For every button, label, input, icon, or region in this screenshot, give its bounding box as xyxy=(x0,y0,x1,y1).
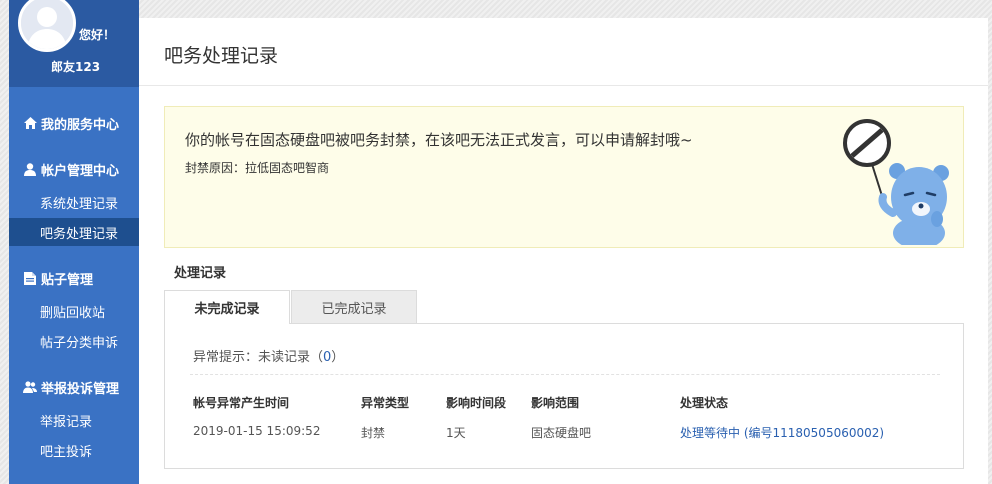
panel-divider xyxy=(190,374,940,375)
users-icon xyxy=(23,380,37,394)
header-time: 帐号异常产生时间 xyxy=(193,396,290,410)
header-duration: 影响时间段 xyxy=(446,396,507,410)
avatar[interactable] xyxy=(18,0,76,52)
greeting-text: 您好！ xyxy=(79,28,116,42)
sidebar: 您好！ 郎友123 我的服务中心 帐户管理中心 系统处理记录 吧务处理记录 贴子… xyxy=(9,0,139,484)
page-title: 吧务处理记录 xyxy=(164,45,279,67)
nav-post-mgmt[interactable]: 贴子管理 xyxy=(9,263,139,293)
unread-alert-suffix: ） xyxy=(331,350,345,365)
tab-completed-records[interactable]: 已完成记录 xyxy=(291,290,417,324)
document-icon xyxy=(23,271,37,285)
header-type: 异常类型 xyxy=(361,396,410,410)
sidebar-item-category-appeal[interactable]: 帖子分类申诉 xyxy=(9,327,139,355)
sidebar-item-moderator-complaint[interactable]: 吧主投诉 xyxy=(9,436,139,464)
nav-service-center-label: 我的服务中心 xyxy=(41,117,120,133)
ban-reason: 封禁原因：拉低固态吧智商 xyxy=(185,161,330,175)
cell-status-link[interactable]: 处理等待中 (编号11180505060002) xyxy=(680,424,884,441)
nav-report-mgmt-label: 举报投诉管理 xyxy=(41,381,120,397)
cell-scope: 固态硬盘吧 xyxy=(531,426,592,440)
nav-service-center[interactable]: 我的服务中心 xyxy=(9,108,139,138)
bear-ban-sign-icon xyxy=(843,119,949,245)
cell-duration: 1天 xyxy=(446,426,466,440)
ban-notice-message: 你的帐号在固态硬盘吧被吧务封禁，在该吧无法正式发言，可以申请解封哦~ xyxy=(185,131,693,149)
username[interactable]: 郎友123 xyxy=(51,58,100,75)
unread-alert-label: 异常提示：未读记录（ xyxy=(193,350,324,365)
main-content: 吧务处理记录 你的帐号在固态硬盘吧被吧务封禁，在该吧无法正式发言，可以申请解封哦… xyxy=(139,18,988,484)
sidebar-item-moderation-records[interactable]: 吧务处理记录 xyxy=(9,218,139,246)
sidebar-item-report-records[interactable]: 举报记录 xyxy=(9,406,139,434)
ban-notice: 你的帐号在固态硬盘吧被吧务封禁，在该吧无法正式发言，可以申请解封哦~ 封禁原因：… xyxy=(164,106,964,248)
tab-incomplete-records[interactable]: 未完成记录 xyxy=(164,290,290,324)
header-status: 处理状态 xyxy=(680,396,729,410)
header-scope: 影响范围 xyxy=(531,396,580,410)
title-divider xyxy=(139,85,988,86)
unread-alert: 异常提示：未读记录（0） xyxy=(193,346,344,365)
sidebar-item-recycle-bin[interactable]: 删贴回收站 xyxy=(9,297,139,325)
nav-account-mgmt-label: 帐户管理中心 xyxy=(41,163,120,179)
section-title: 处理记录 xyxy=(174,266,227,281)
nav-report-mgmt[interactable]: 举报投诉管理 xyxy=(9,372,139,402)
cell-type: 封禁 xyxy=(361,426,386,440)
sidebar-item-system-records[interactable]: 系统处理记录 xyxy=(9,188,139,216)
user-icon xyxy=(23,162,37,176)
records-panel: 异常提示：未读记录（0） 帐号异常产生时间 异常类型 影响时间段 影响范围 处理… xyxy=(164,323,964,469)
user-box: 您好！ 郎友123 xyxy=(9,0,139,87)
nav-account-mgmt[interactable]: 帐户管理中心 xyxy=(9,154,139,184)
default-avatar-icon xyxy=(21,0,73,49)
cell-time: 2019-01-15 15:09:52 xyxy=(193,424,321,438)
home-icon xyxy=(23,116,37,130)
nav-post-mgmt-label: 贴子管理 xyxy=(41,272,94,288)
